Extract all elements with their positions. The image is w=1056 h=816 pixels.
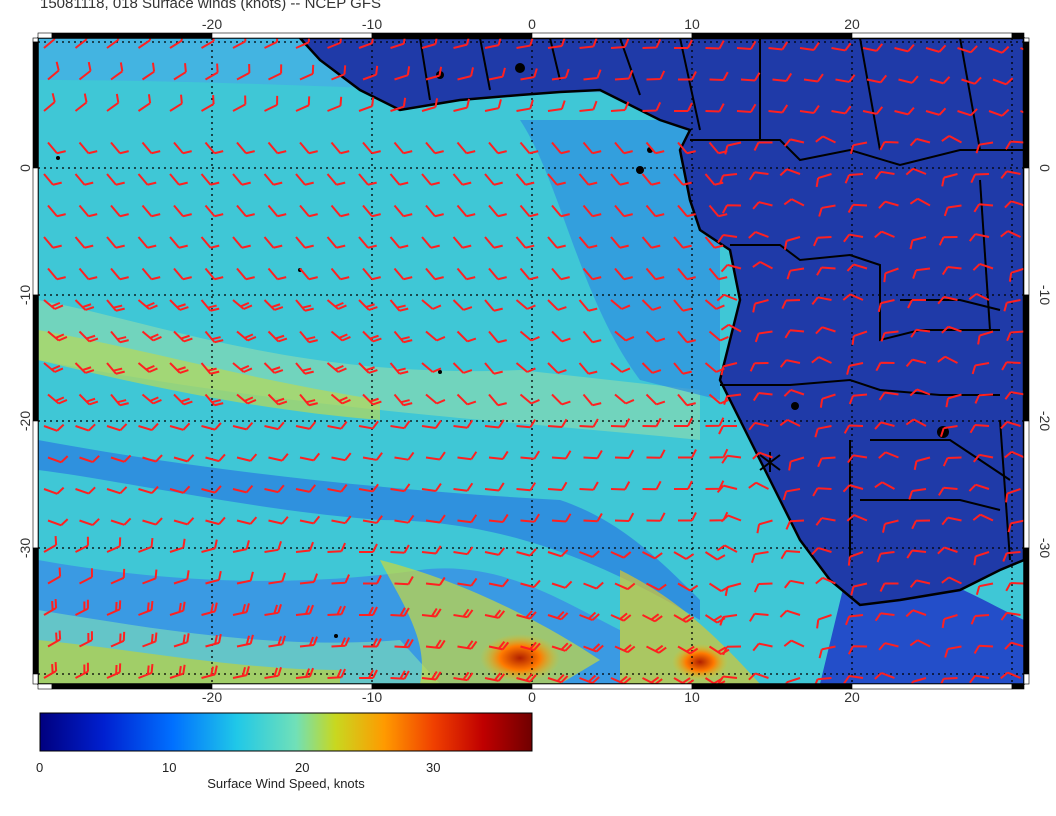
axis-bar-segment — [851, 32, 1013, 39]
axis-bar-segment — [32, 294, 39, 422]
axis-bar-segment — [1023, 673, 1030, 685]
lat-tick-label-right: -20 — [1037, 411, 1053, 431]
lon-tick-label-bottom: 20 — [844, 689, 860, 705]
axis-bar-segment — [1023, 294, 1030, 422]
lat-tick-label-left: 0 — [17, 164, 33, 172]
axis-bar-segment — [211, 683, 373, 690]
lon-tick-label-top: -20 — [202, 16, 222, 32]
lat-tick-label-right: -30 — [1037, 538, 1053, 558]
lat-tick-label-left: -30 — [17, 538, 33, 558]
axis-bar-segment — [51, 32, 213, 39]
axis-bar-segment — [1023, 37, 1030, 43]
colorbar-tick-label: 20 — [295, 760, 310, 775]
axis-bar-segment — [211, 32, 373, 39]
axis-bar-segment — [51, 683, 213, 690]
axis-bar-segment — [32, 167, 39, 296]
lon-tick-label-bottom: -20 — [202, 689, 222, 705]
wind-map-figure: -20 -10 0 10 20 -20 -10 0 10 20 0 -10 -2… — [17, 16, 1053, 752]
axis-bar-segment — [1023, 547, 1030, 675]
axis-bar-segment — [32, 37, 39, 43]
axis-bar-segment — [851, 683, 1013, 690]
colorbar-label: Surface Wind Speed, knots — [207, 776, 365, 791]
lon-tick-label-bottom: 10 — [684, 689, 700, 705]
lat-tick-label-left: -20 — [17, 411, 33, 431]
colorbar — [39, 712, 533, 752]
axis-bar-segment — [37, 32, 53, 39]
lon-tick-label-top: -10 — [362, 16, 382, 32]
colorbar-tick-label: 30 — [426, 760, 441, 775]
axis-bar-segment — [371, 32, 533, 39]
axis-bar-segment — [1023, 41, 1030, 169]
axis-bar-segment — [37, 683, 53, 690]
axis-bar-segment — [1023, 167, 1030, 296]
lat-tick-label-left: -10 — [17, 285, 33, 305]
lat-tick-label-right: 0 — [1037, 164, 1053, 172]
axis-bar-segment — [32, 41, 39, 169]
colorbar-gradient — [39, 712, 533, 752]
axis-bar-segment — [32, 547, 39, 675]
lat-tick-label-right: -10 — [1037, 285, 1053, 305]
axis-bar-segment — [531, 683, 693, 690]
lon-tick-label-bottom: -10 — [362, 689, 382, 705]
axis-bar-segment — [691, 683, 853, 690]
lon-tick-label-bottom: 0 — [528, 689, 536, 705]
map-plot-area — [37, 37, 1025, 685]
axis-bar-segment — [1023, 420, 1030, 549]
axis-bar-segment — [691, 32, 853, 39]
colorbar-tick-label: 10 — [162, 760, 177, 775]
axis-bar-segment — [32, 673, 39, 685]
lon-tick-label-top: 0 — [528, 16, 536, 32]
axis-bar-segment — [371, 683, 533, 690]
axis-bar-segment — [1011, 683, 1025, 690]
axis-bar-segment — [32, 420, 39, 549]
lon-tick-label-top: 10 — [684, 16, 700, 32]
lon-tick-label-top: 20 — [844, 16, 860, 32]
axis-bar-segment — [1011, 32, 1025, 39]
axis-bar-segment — [531, 32, 693, 39]
colorbar-tick-label: 0 — [36, 760, 44, 775]
